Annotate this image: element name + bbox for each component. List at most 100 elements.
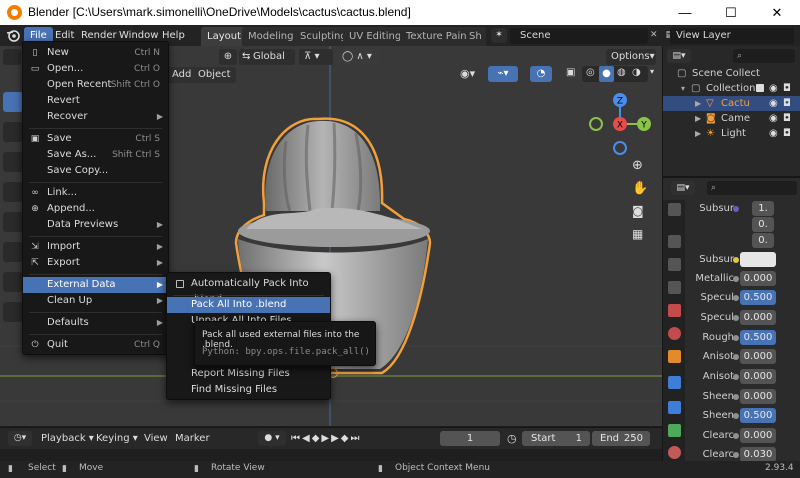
object-tab-icon[interactable] xyxy=(668,350,681,363)
wireframe-shading-icon[interactable]: ◎ xyxy=(586,67,595,78)
solid-shading-icon[interactable]: ● xyxy=(599,66,614,82)
menu-item-quit[interactable]: ⏻ Quit Ctrl Q xyxy=(23,337,168,353)
menu-item-auto-pack[interactable]: Automatically Pack Into .blend xyxy=(167,276,330,305)
socket-dot[interactable] xyxy=(733,257,739,263)
specular-tint-field[interactable]: 0.000 xyxy=(740,310,776,325)
menu-item-report-missing[interactable]: Report Missing Files xyxy=(167,366,330,382)
overlay-toggle-icon[interactable]: ◔ xyxy=(530,66,552,82)
expand-arrow-icon[interactable]: ▶ xyxy=(695,111,701,126)
subsurface-radius-z[interactable]: 0. xyxy=(752,233,774,248)
menu-item-clean-up[interactable]: Clean Up ▶ xyxy=(23,293,168,309)
particles-tab-icon[interactable] xyxy=(668,401,681,414)
scale-tool-icon[interactable] xyxy=(3,212,23,232)
measure-tool-icon[interactable] xyxy=(3,302,23,322)
specular-field[interactable]: 0.500 xyxy=(740,290,776,305)
physics-tab-icon[interactable] xyxy=(668,424,681,437)
outliner-editor-type-icon[interactable]: ▤▾ xyxy=(667,49,691,63)
end-frame-field[interactable]: End 250 xyxy=(592,431,650,446)
transform-orientation-select[interactable]: Global ⇆ xyxy=(239,49,295,65)
cursor-tool-icon[interactable] xyxy=(3,122,23,142)
socket-dot[interactable] xyxy=(733,433,739,439)
socket-dot[interactable] xyxy=(733,394,739,400)
start-frame-field[interactable]: Start 1 xyxy=(522,431,590,446)
socket-dot[interactable] xyxy=(733,354,739,360)
socket-dot[interactable] xyxy=(733,413,739,419)
output-tab-icon[interactable] xyxy=(668,258,681,271)
keying-menu[interactable]: Keying ▾ xyxy=(96,431,138,446)
proportional-edit-toggle[interactable]: ◯ ∧ ▾ xyxy=(337,49,379,65)
properties-editor-type-icon[interactable]: ▤▾ xyxy=(671,181,695,195)
socket-dot[interactable] xyxy=(733,374,739,380)
auto-pack-checkbox[interactable] xyxy=(176,280,184,288)
camera-render-icon[interactable]: ◘ xyxy=(783,111,791,126)
camera-render-icon[interactable]: ◘ xyxy=(783,126,791,141)
snapping-toggle[interactable]: ⊼ ▾ xyxy=(299,49,333,65)
playback-controls[interactable]: ⏮◀◆▶▶◆⏭ xyxy=(291,431,367,446)
timeline-track-area[interactable] xyxy=(0,449,662,461)
view-menu[interactable]: View xyxy=(144,431,168,446)
socket-dot[interactable] xyxy=(733,206,739,212)
menu-item-import[interactable]: ⇲ Import ▶ xyxy=(23,239,168,255)
rotate-tool-icon[interactable] xyxy=(3,182,23,202)
marker-menu[interactable]: Marker xyxy=(175,431,210,446)
anisotropic-field[interactable]: 0.000 xyxy=(740,349,776,364)
current-frame-field[interactable]: 1 xyxy=(440,431,500,446)
tab-uv-editing[interactable]: UV Editing xyxy=(343,27,408,46)
render-tab-icon[interactable] xyxy=(668,235,681,248)
subsurface-radius-x[interactable]: 1. xyxy=(752,201,774,216)
visibility-eye-icon[interactable]: ◉ xyxy=(769,81,778,96)
menu-item-new[interactable]: ▯ New Ctrl N xyxy=(23,45,168,61)
stopwatch-icon[interactable]: ◷ xyxy=(507,431,517,446)
tool-tab-icon[interactable] xyxy=(668,203,681,216)
socket-dot[interactable] xyxy=(733,335,739,341)
scene-field[interactable]: Scene xyxy=(510,28,648,44)
minimize-button[interactable]: — xyxy=(662,0,708,25)
menu-item-save-as[interactable]: Save As... Shift Ctrl S xyxy=(23,147,168,163)
playback-menu[interactable]: Playback ▾ xyxy=(41,431,94,446)
properties-search-icon[interactable]: ⌕ xyxy=(707,181,797,195)
select-box-tool-icon[interactable] xyxy=(3,92,23,112)
transform-tool-icon[interactable] xyxy=(3,242,23,262)
scene-icon[interactable]: ✶ xyxy=(491,28,507,43)
tab-modeling[interactable]: Modeling xyxy=(242,27,300,46)
visibility-eye-icon[interactable]: ◉ xyxy=(769,96,778,111)
pivot-icon[interactable]: ⊕ xyxy=(219,49,237,65)
collection-checkbox[interactable] xyxy=(756,84,764,92)
camera-render-icon[interactable]: ◘ xyxy=(783,81,791,96)
socket-dot[interactable] xyxy=(733,315,739,321)
options-menu[interactable]: Options▾ xyxy=(606,49,656,65)
perspective-grid-icon[interactable]: ▦ xyxy=(632,227,643,241)
menu-item-external-data[interactable]: External Data ▶ xyxy=(23,277,168,293)
navigation-gizmo[interactable]: Z Y X xyxy=(586,90,654,158)
camera-view-icon[interactable]: ◙ xyxy=(632,204,644,218)
menu-item-append[interactable]: ⊕ Append... xyxy=(23,201,168,217)
sheen-tint-field[interactable]: 0.500 xyxy=(740,408,776,423)
object-menu[interactable]: Object xyxy=(193,67,236,83)
socket-dot[interactable] xyxy=(733,295,739,301)
world-tab-icon[interactable] xyxy=(668,327,681,340)
add-menu[interactable]: Add xyxy=(167,67,197,83)
close-button[interactable]: ✕ xyxy=(754,0,800,25)
scene-close-icon[interactable]: ✕ xyxy=(650,30,658,40)
menu-item-defaults[interactable]: Defaults ▶ xyxy=(23,315,168,331)
tab-layout[interactable]: Layout xyxy=(201,27,247,46)
subsurface-radius-y[interactable]: 0. xyxy=(752,217,774,232)
modifier-tab-icon[interactable] xyxy=(668,376,681,389)
clearcoat-roughness-field[interactable]: 0.030 xyxy=(740,447,776,462)
pan-hand-icon[interactable]: ✋ xyxy=(632,181,648,196)
zoom-icon[interactable]: ⊕ xyxy=(632,158,643,173)
outliner-search-icon[interactable]: ⌕ xyxy=(733,49,795,63)
tab-shading[interactable]: Sh xyxy=(466,27,486,46)
xray-toggle-icon[interactable]: ▣ xyxy=(566,67,575,78)
menu-item-find-missing[interactable]: Find Missing Files xyxy=(167,382,330,398)
record-keyframe-icon[interactable]: ● ▾ xyxy=(258,431,286,446)
menu-item-save[interactable]: ▣ Save Ctrl S xyxy=(23,131,168,147)
material-tab-icon[interactable] xyxy=(668,446,681,459)
material-preview-icon[interactable]: ◍ xyxy=(617,67,626,78)
menu-item-export[interactable]: ⇱ Export ▶ xyxy=(23,255,168,271)
expand-arrow-icon[interactable]: ▾ xyxy=(681,81,685,96)
menu-item-pack-all[interactable]: Pack All Into .blend xyxy=(167,297,330,313)
expand-arrow-icon[interactable]: ▶ xyxy=(695,126,701,141)
menu-item-open[interactable]: ▭ Open... Ctrl O xyxy=(23,61,168,77)
annotate-tool-icon[interactable] xyxy=(3,272,23,292)
